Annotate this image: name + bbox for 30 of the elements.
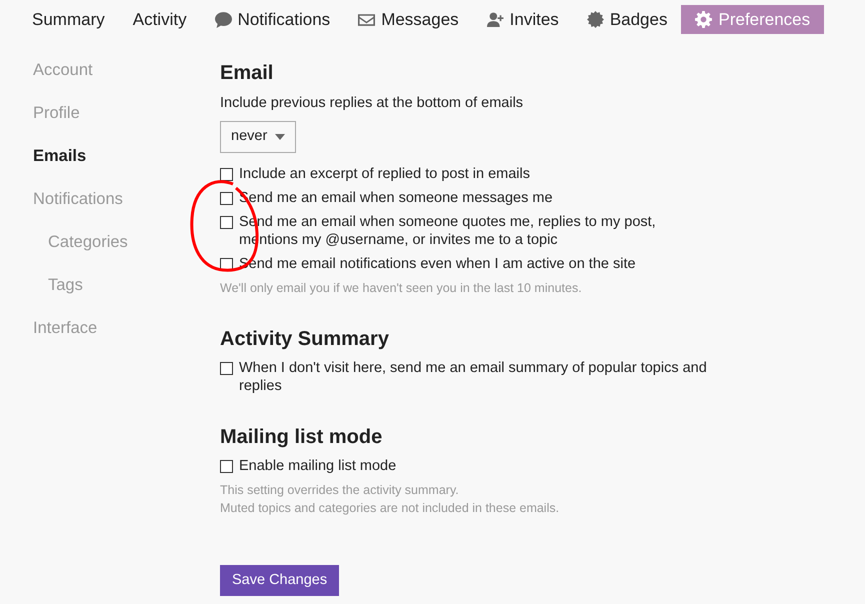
tab[interactable]: Invites [472,5,573,34]
select-label: Include previous replies at the bottom of emails [220,94,524,113]
help-text: Muted topics and categories are not included in these emails. [220,500,560,516]
checkbox-label: Include an excerpt of replied to post in emails [239,164,530,182]
badge-icon [586,11,604,28]
checkbox[interactable] [220,460,233,472]
checkbox-label: Enable mailing list mode [239,456,396,474]
tab[interactable]: Summary [18,5,119,34]
checkbox[interactable] [220,168,233,180]
checkbox[interactable] [220,192,233,204]
tab[interactable]: Activity [118,5,201,34]
section-heading: Email [220,61,274,85]
help-text: We'll only email you if we haven't seen you in the last 10 minutes. [220,280,583,296]
section-heading: Activity Summary [220,326,390,350]
tab[interactable]: Notifications [200,5,344,34]
select-dropdown[interactable]: never [220,120,296,152]
checkbox[interactable] [220,216,233,228]
sidebar-item[interactable]: Emails [33,146,220,167]
save-button[interactable]: Save Changes [220,564,340,596]
help-text: This setting overrides the activity summary. [220,482,460,498]
gear-icon [695,11,712,28]
checkbox-label: When I don't visit here, send me an email summary of popular topics and replies [239,358,708,394]
person-plus-icon [486,11,504,28]
caret-icon [275,134,286,140]
tab[interactable]: Badges [572,5,682,34]
section-heading: Mailing list mode [220,424,384,448]
checkbox[interactable] [220,362,233,374]
envelope-icon [358,11,376,28]
tab[interactable]: Messages [344,5,473,34]
speech-bubble-icon [214,11,232,28]
